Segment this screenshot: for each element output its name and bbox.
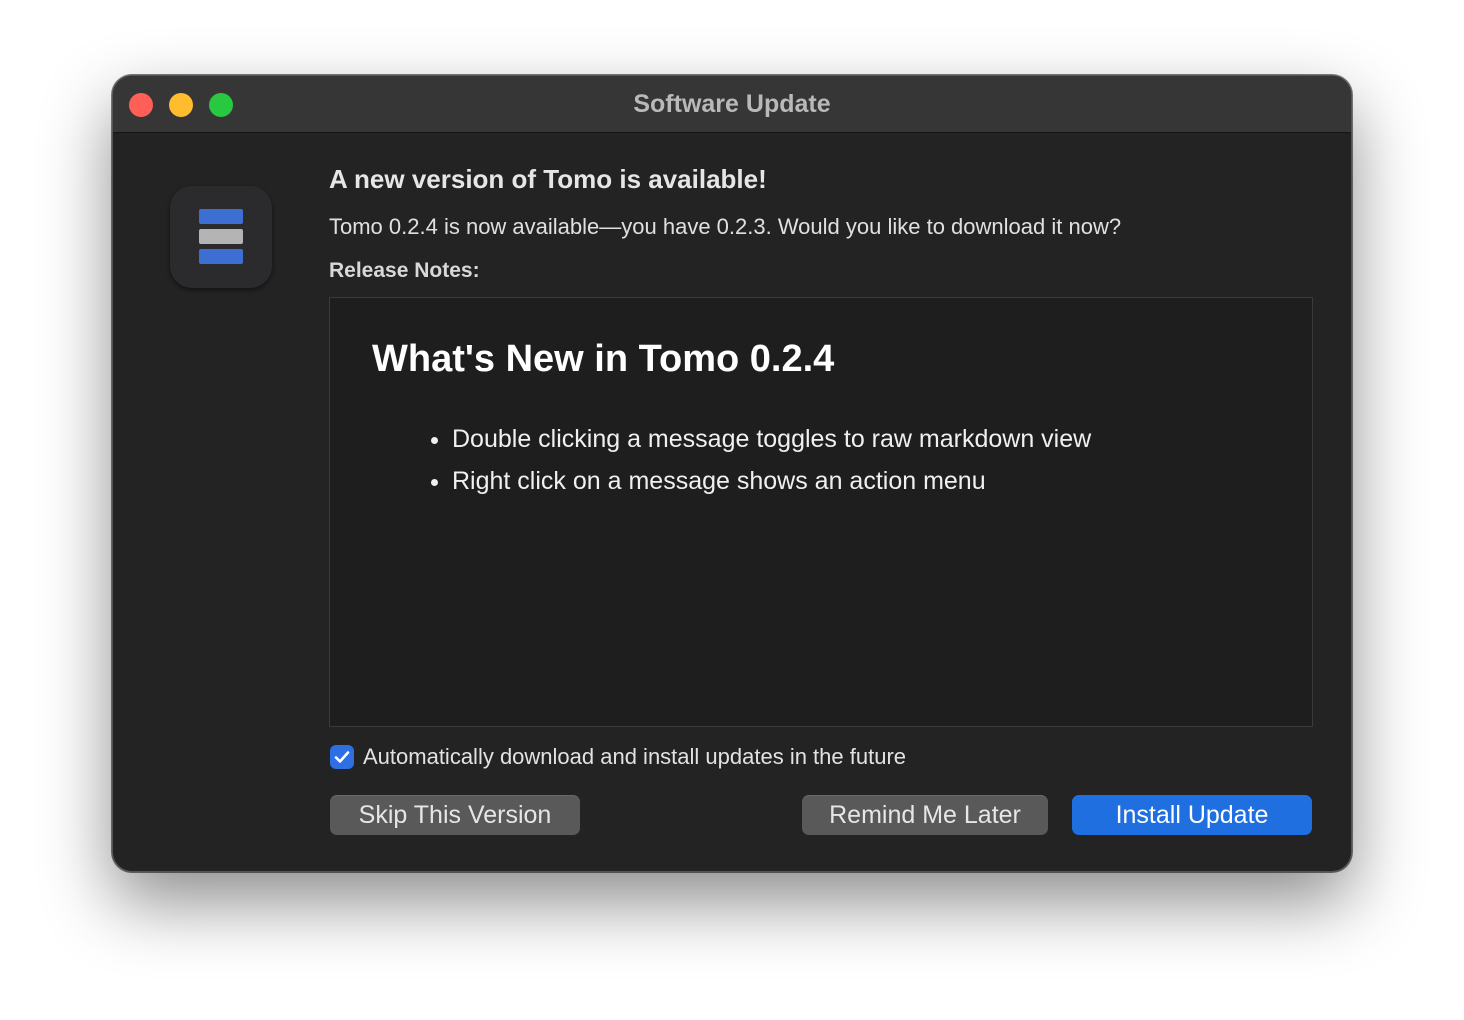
update-heading: A new version of Tomo is available! [329, 164, 767, 194]
skip-version-button[interactable]: Skip This Version [330, 795, 580, 835]
release-note-item: Right click on a message shows an action… [452, 460, 1091, 502]
auto-update-row: Automatically download and install updat… [330, 744, 906, 770]
install-update-button[interactable]: Install Update [1072, 795, 1312, 835]
app-icon [170, 186, 272, 288]
auto-update-label[interactable]: Automatically download and install updat… [363, 744, 906, 770]
app-icon-bar-middle [199, 229, 243, 244]
app-icon-bar-bottom [199, 249, 243, 264]
checkmark-icon [334, 751, 350, 763]
window-title: Software Update [633, 90, 831, 118]
release-notes-panel[interactable]: What's New in Tomo 0.2.4 Double clicking… [329, 297, 1313, 727]
remind-later-button[interactable]: Remind Me Later [802, 795, 1048, 835]
app-icon-bar-top [199, 209, 243, 224]
auto-update-checkbox[interactable] [330, 745, 354, 769]
release-notes-label: Release Notes: [329, 259, 480, 282]
software-update-window: Software Update A new version of Tomo is… [112, 75, 1352, 872]
update-description: Tomo 0.2.4 is now available—you have 0.2… [329, 214, 1122, 239]
release-notes-list: Double clicking a message toggles to raw… [412, 418, 1091, 502]
release-note-item: Double clicking a message toggles to raw… [452, 418, 1091, 460]
title-bar[interactable]: Software Update [113, 76, 1351, 133]
release-notes-title: What's New in Tomo 0.2.4 [372, 338, 835, 380]
